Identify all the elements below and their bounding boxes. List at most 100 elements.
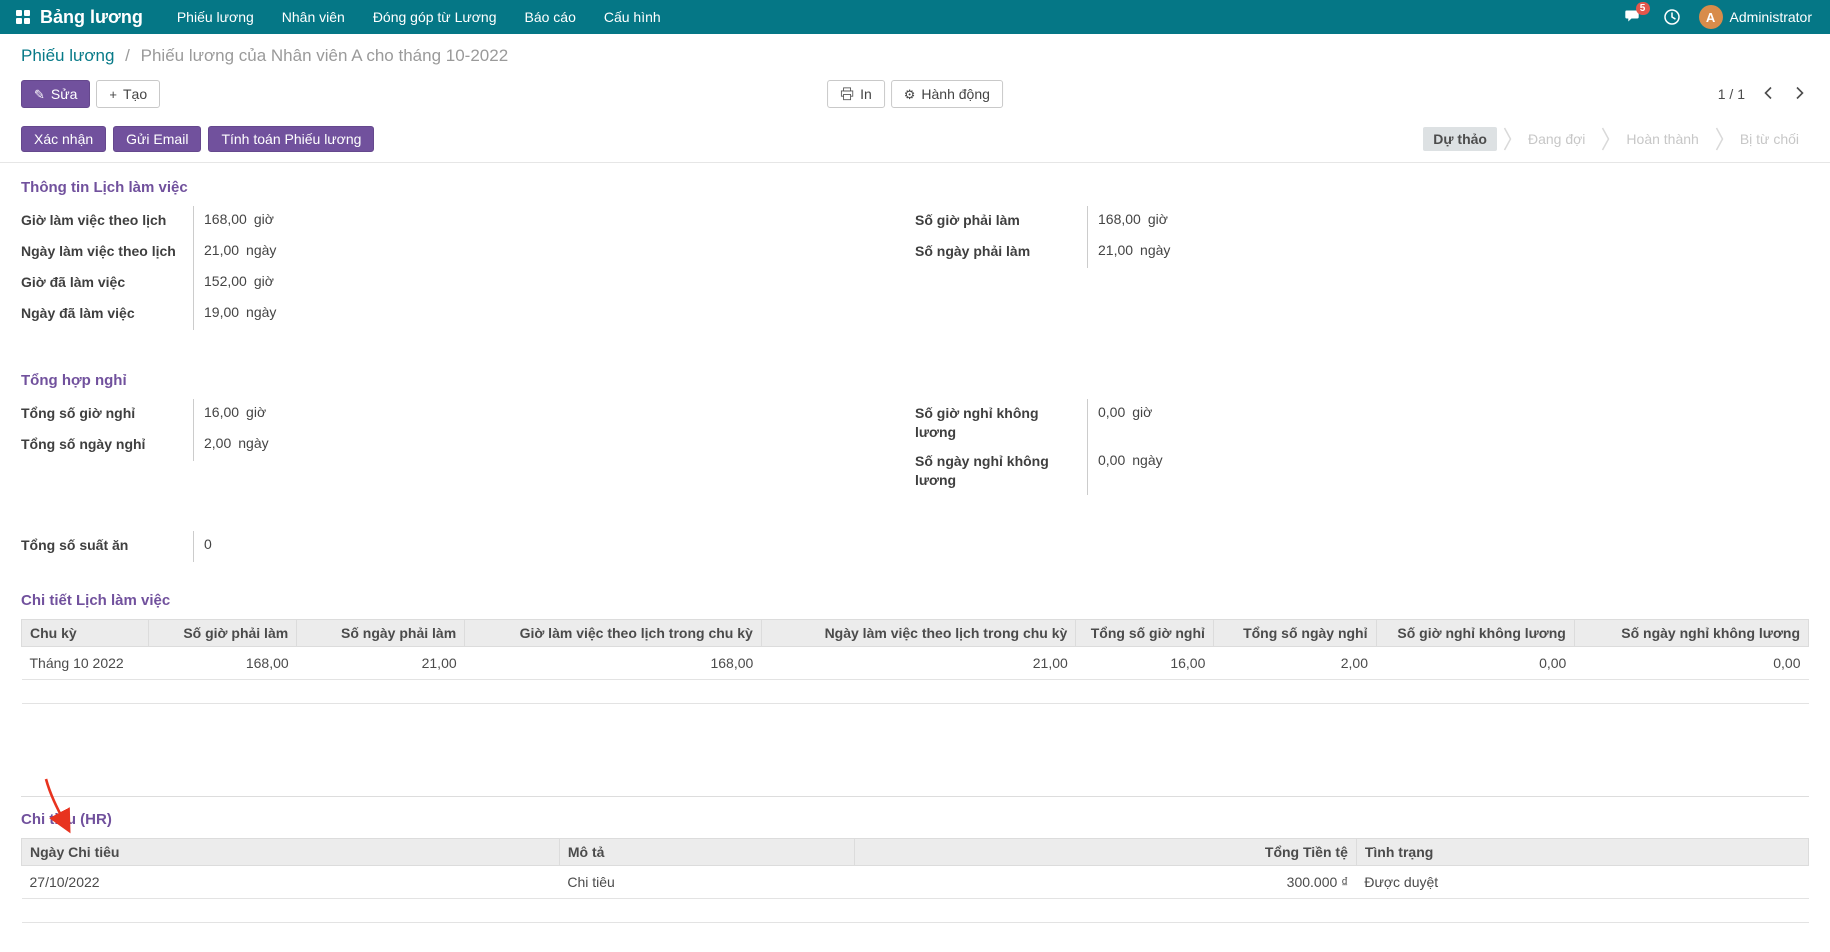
cell-calendar-days: 21,00 bbox=[761, 646, 1076, 679]
breadcrumb-current: Phiếu lương của Nhân viên A cho tháng 10… bbox=[141, 46, 509, 65]
cell-total-amount: 300.000 ₫ bbox=[854, 865, 1356, 898]
field-duty-hours: Số giờ phải làm 168,00giờ bbox=[915, 206, 1809, 237]
pager-previous-button[interactable] bbox=[1759, 84, 1777, 105]
chevron-left-icon bbox=[1763, 86, 1773, 100]
pager: 1 / 1 bbox=[1718, 84, 1809, 105]
apps-menu-icon[interactable] bbox=[16, 10, 30, 24]
cp-left-buttons: ✎ Sửa + Tạo bbox=[21, 80, 160, 108]
pager-value[interactable]: 1 / 1 bbox=[1718, 86, 1745, 102]
field-label: Giờ đã làm việc bbox=[21, 268, 193, 297]
field-value: 19,00ngày bbox=[193, 299, 276, 330]
action-button[interactable]: ⚙ Hành động bbox=[891, 80, 1003, 108]
top-navbar: Bảng lương Phiếu lương Nhân viên Đóng gó… bbox=[0, 0, 1830, 34]
column-header[interactable]: Số giờ nghỉ không lương bbox=[1376, 619, 1574, 646]
state-arrow-icon bbox=[1715, 126, 1724, 152]
column-header[interactable]: Tình trạng bbox=[1356, 838, 1808, 865]
leave-summary-right: Số giờ nghỉ không lương 0,00giờ Số ngày … bbox=[915, 399, 1809, 495]
navbar-left: Bảng lương Phiếu lương Nhân viên Đóng gó… bbox=[12, 0, 675, 34]
form-statusbar: Xác nhận Gửi Email Tính toán Phiếu lương… bbox=[0, 120, 1830, 163]
breadcrumb-separator: / bbox=[125, 46, 130, 65]
field-calendar-hours: Giờ làm việc theo lịch 168,00giờ bbox=[21, 206, 915, 237]
section-title-work-info: Thông tin Lịch làm việc bbox=[21, 179, 1809, 196]
cell-leave-days: 2,00 bbox=[1213, 646, 1376, 679]
section-title-leave-summary: Tổng hợp nghỉ bbox=[21, 372, 1809, 389]
working-detail-row[interactable]: Tháng 10 2022 168,00 21,00 168,00 21,00 … bbox=[22, 646, 1809, 679]
action-button-label: Hành động bbox=[921, 86, 990, 102]
cp-center-buttons: In ⚙ Hành động bbox=[827, 80, 1003, 108]
field-total-meals: Tổng số suất ăn 0 bbox=[21, 531, 915, 562]
section-title-working-detail: Chi tiết Lịch làm việc bbox=[21, 592, 1809, 609]
field-calendar-days: Ngày làm việc theo lịch 21,00ngày bbox=[21, 237, 915, 268]
app-name[interactable]: Bảng lương bbox=[40, 7, 143, 28]
print-button[interactable]: In bbox=[827, 80, 885, 108]
column-header[interactable]: Số giờ phải làm bbox=[148, 619, 296, 646]
edit-button[interactable]: ✎ Sửa bbox=[21, 80, 90, 108]
menu-employees[interactable]: Nhân viên bbox=[268, 0, 359, 34]
leave-summary-left: Tổng số giờ nghỉ 16,00giờ Tổng số ngày n… bbox=[21, 399, 915, 495]
field-total-leave-days: Tổng số ngày nghỉ 2,00ngày bbox=[21, 430, 915, 461]
cell-unpaid-hours: 0,00 bbox=[1376, 646, 1574, 679]
cell-unpaid-days: 0,00 bbox=[1574, 646, 1808, 679]
field-unpaid-leave-days: Số ngày nghỉ không lương 0,00ngày bbox=[915, 447, 1809, 495]
menu-reports[interactable]: Báo cáo bbox=[510, 0, 589, 34]
column-header[interactable]: Tổng số ngày nghỉ bbox=[1213, 619, 1376, 646]
column-header[interactable]: Số ngày nghỉ không lương bbox=[1574, 619, 1808, 646]
pager-next-button[interactable] bbox=[1791, 84, 1809, 105]
send-email-button[interactable]: Gửi Email bbox=[113, 126, 201, 152]
work-info-left: Giờ làm việc theo lịch 168,00giờ Ngày là… bbox=[21, 206, 915, 330]
control-panel: Phiếu lương / Phiếu lương của Nhân viên … bbox=[0, 34, 1830, 120]
chevron-right-icon bbox=[1795, 86, 1805, 100]
expense-row[interactable]: 27/10/2022 Chi tiêu 300.000 ₫ Được duyệt bbox=[22, 865, 1809, 898]
create-button[interactable]: + Tạo bbox=[96, 80, 160, 108]
menu-payslips[interactable]: Phiếu lương bbox=[163, 0, 268, 34]
clock-icon bbox=[1663, 8, 1681, 26]
confirm-button[interactable]: Xác nhận bbox=[21, 126, 106, 152]
menu-salary-contributions[interactable]: Đóng góp từ Lương bbox=[359, 0, 511, 34]
user-menu[interactable]: A Administrator bbox=[1693, 5, 1818, 29]
field-worked-days: Ngày đã làm việc 19,00ngày bbox=[21, 299, 915, 330]
column-header[interactable]: Tổng số giờ nghỉ bbox=[1076, 619, 1214, 646]
field-duty-days: Số ngày phải làm 21,00ngày bbox=[915, 237, 1809, 268]
state-draft[interactable]: Dự thảo bbox=[1423, 127, 1497, 151]
column-header[interactable]: Giờ làm việc theo lịch trong chu kỳ bbox=[465, 619, 762, 646]
column-header[interactable]: Mô tả bbox=[559, 838, 854, 865]
state-refused[interactable]: Bị từ chối bbox=[1730, 127, 1809, 151]
meals-left: Tổng số suất ăn 0 bbox=[21, 531, 915, 562]
column-header[interactable]: Tổng Tiền tệ bbox=[854, 838, 1356, 865]
compute-payslip-button[interactable]: Tính toán Phiếu lương bbox=[208, 126, 374, 152]
state-arrow-icon bbox=[1503, 126, 1512, 152]
field-value: 168,00giờ bbox=[1087, 206, 1168, 237]
state-waiting[interactable]: Đang đợi bbox=[1518, 127, 1595, 151]
user-name: Administrator bbox=[1730, 9, 1812, 25]
state-done[interactable]: Hoàn thành bbox=[1616, 127, 1708, 151]
field-value: 0 bbox=[193, 531, 212, 562]
activity-clock-icon[interactable] bbox=[1655, 0, 1689, 34]
cell-leave-hours: 16,00 bbox=[1076, 646, 1214, 679]
state-arrow-icon bbox=[1601, 126, 1610, 152]
field-value: 21,00ngày bbox=[1087, 237, 1170, 268]
field-worked-hours: Giờ đã làm việc 152,00giờ bbox=[21, 268, 915, 299]
field-label: Giờ làm việc theo lịch bbox=[21, 206, 193, 235]
column-header[interactable]: Số ngày phải làm bbox=[297, 619, 465, 646]
breadcrumb-parent-link[interactable]: Phiếu lương bbox=[21, 46, 114, 65]
column-header[interactable]: Chu kỳ bbox=[22, 619, 149, 646]
leave-summary-group: Tổng số giờ nghỉ 16,00giờ Tổng số ngày n… bbox=[21, 399, 1809, 495]
field-label: Tổng số giờ nghỉ bbox=[21, 399, 193, 428]
empty-row bbox=[22, 898, 1809, 922]
messages-icon[interactable]: 5 bbox=[1617, 0, 1651, 34]
statusbar-states: Dự thảo Đang đợi Hoàn thành Bị từ chối bbox=[1423, 126, 1809, 152]
column-header[interactable]: Ngày làm việc theo lịch trong chu kỳ bbox=[761, 619, 1076, 646]
working-detail-header-row: Chu kỳ Số giờ phải làm Số ngày phải làm … bbox=[22, 619, 1809, 646]
print-button-label: In bbox=[860, 86, 872, 102]
field-value: 0,00giờ bbox=[1087, 399, 1152, 447]
cell-status: Được duyệt bbox=[1356, 865, 1808, 898]
cell-expense-date: 27/10/2022 bbox=[22, 865, 560, 898]
section-divider bbox=[21, 796, 1809, 797]
expenses-header-row: Ngày Chi tiêu Mô tả Tổng Tiền tệ Tình tr… bbox=[22, 838, 1809, 865]
field-total-leave-hours: Tổng số giờ nghỉ 16,00giờ bbox=[21, 399, 915, 430]
empty-row bbox=[22, 679, 1809, 703]
payslip-form-page: Bảng lương Phiếu lương Nhân viên Đóng gó… bbox=[0, 0, 1830, 952]
menu-configuration[interactable]: Cấu hình bbox=[590, 0, 675, 34]
field-label: Số giờ phải làm bbox=[915, 206, 1087, 235]
column-header[interactable]: Ngày Chi tiêu bbox=[22, 838, 560, 865]
